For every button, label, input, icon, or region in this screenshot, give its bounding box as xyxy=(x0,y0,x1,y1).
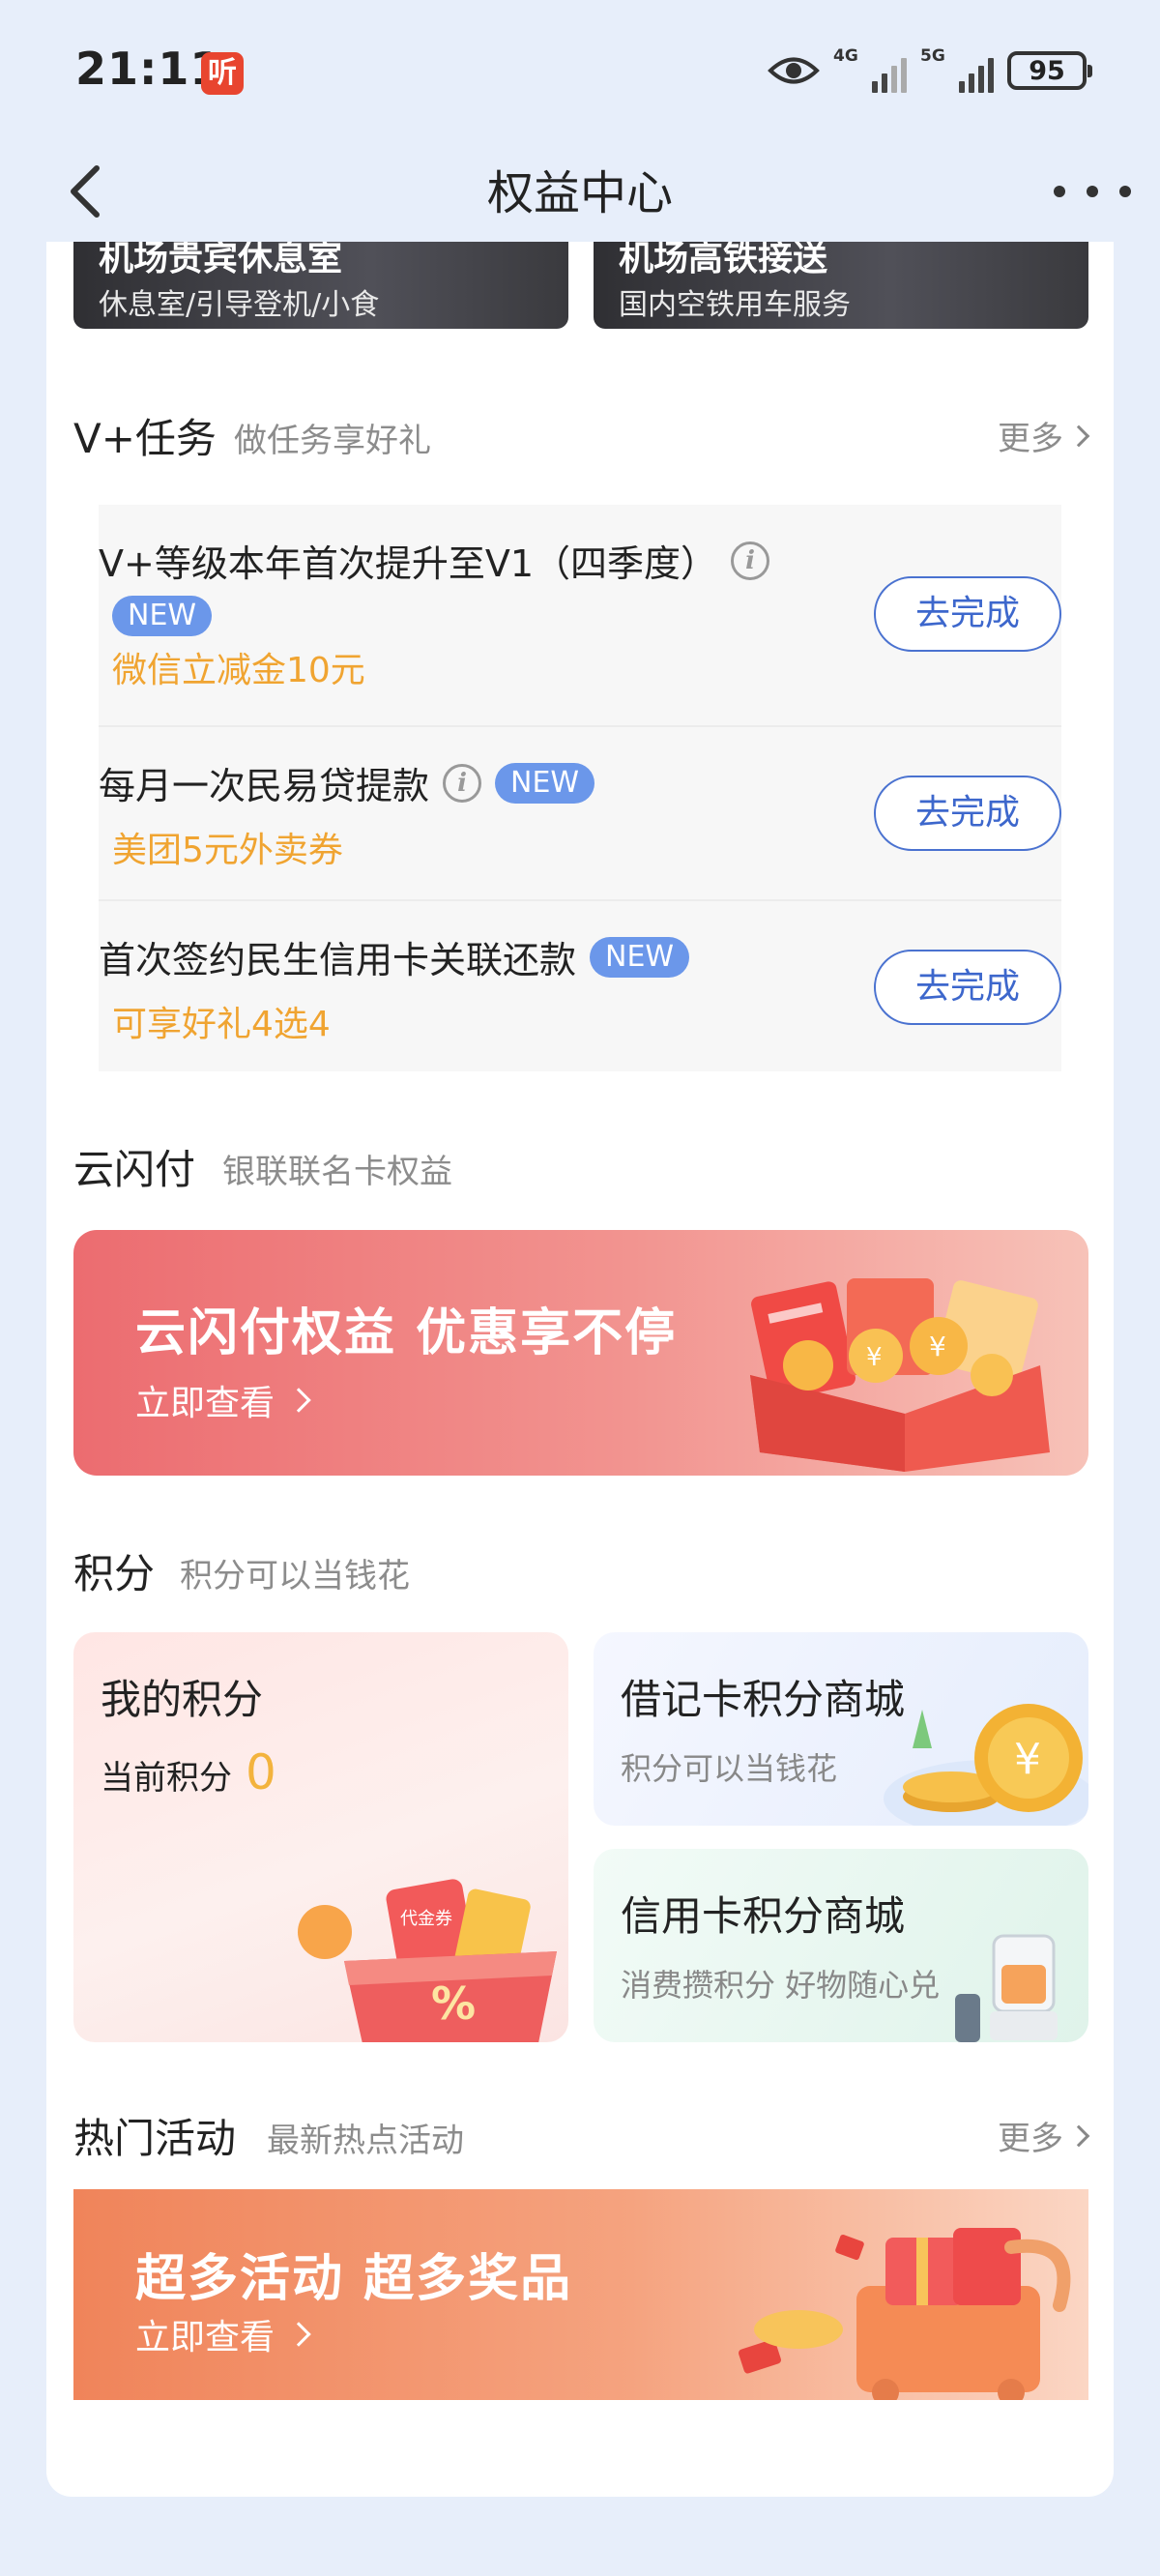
current-points-label: 当前积分 xyxy=(101,1759,232,1798)
credit-mall-sub: 消费攒积分 好物随心兑 xyxy=(621,1967,941,2004)
top-banners: 机场贵宾休息室 休息室/引导登机/小食 机场高铁接送 国内空铁用车服务 xyxy=(73,242,1088,329)
activity-banner-title: 超多活动 超多奖品 xyxy=(135,2250,573,2308)
task-title: 每月一次民易贷提款 xyxy=(99,765,430,807)
task-item: 每月一次民易贷提款 i NEW 美团5元外卖券 去完成 xyxy=(99,725,1061,899)
airport-transfer-banner[interactable]: 机场高铁接送 国内空铁用车服务 xyxy=(594,242,1088,329)
page-title: 权益中心 xyxy=(486,166,673,220)
gold-coins-illustration: ¥ xyxy=(884,1704,1088,1826)
unionpay-section-title: 云闪付 xyxy=(73,1146,196,1193)
activity-section-subtitle: 最新热点活动 xyxy=(267,2122,464,2160)
status-icons: 4G 5G 95 xyxy=(768,46,1092,95)
status-bar: 21:11 听 4G 5G 95 xyxy=(0,0,1160,145)
svg-text:¥: ¥ xyxy=(1014,1735,1041,1784)
activity-banner[interactable]: 超多活动 超多奖品 立即查看 xyxy=(73,2189,1088,2400)
task-item: 首次签约民生信用卡关联还款 NEW 可享好礼4选4 去完成 xyxy=(99,899,1061,1071)
debit-points-mall-card[interactable]: ¥ 借记卡积分商城 积分可以当钱花 xyxy=(594,1632,1088,1826)
debit-mall-sub: 积分可以当钱花 xyxy=(621,1750,838,1787)
coupon-text: 代金券 xyxy=(400,1909,452,1929)
info-icon[interactable]: i xyxy=(731,541,770,580)
content-card: 机场贵宾休息室 休息室/引导登机/小食 机场高铁接送 国内空铁用车服务 V+任务… xyxy=(46,242,1114,2497)
task-reward: 可享好礼4选4 xyxy=(112,1005,331,1044)
unionpay-banner-title: 云闪付权益 优惠享不停 xyxy=(135,1304,678,1362)
my-points-card[interactable]: % 代金券 我的积分 当前积分 0 xyxy=(73,1632,568,2042)
tasks-section-subtitle: 做任务享好礼 xyxy=(234,422,431,460)
task-item: V+等级本年首次提升至V1（四季度） i NEW 微信立减金10元 去完成 xyxy=(99,505,1061,725)
credit-mall-title: 信用卡积分商城 xyxy=(621,1892,906,1940)
signal-4g-icon: 4G xyxy=(833,46,907,93)
signal-5g-icon: 5G xyxy=(920,46,994,93)
go-complete-button[interactable]: 去完成 xyxy=(874,776,1061,851)
new-badge: NEW xyxy=(112,596,213,636)
svg-text:¥: ¥ xyxy=(929,1331,946,1362)
chevron-right-icon xyxy=(1067,424,1090,447)
eye-icon xyxy=(768,57,820,84)
task-reward: 美团5元外卖券 xyxy=(112,831,343,870)
tasks-section-title: V+任务 xyxy=(73,415,217,462)
airport-lounge-banner[interactable]: 机场贵宾休息室 休息室/引导登机/小食 xyxy=(73,242,568,329)
tasks-more-label: 更多 xyxy=(998,420,1063,458)
new-badge: NEW xyxy=(590,936,690,978)
airport-lounge-sub: 休息室/引导登机/小食 xyxy=(99,288,380,322)
my-points-title: 我的积分 xyxy=(101,1676,264,1723)
chevron-right-icon xyxy=(286,2322,311,2347)
go-complete-button[interactable]: 去完成 xyxy=(874,576,1061,652)
unionpay-banner-link[interactable]: 立即查看 xyxy=(135,1375,311,1425)
activity-banner-link[interactable]: 立即查看 xyxy=(135,2309,311,2359)
activity-more-label: 更多 xyxy=(998,2120,1063,2158)
points-section-title: 积分 xyxy=(73,1550,156,1597)
task-reward: 微信立减金10元 xyxy=(112,651,365,690)
more-menu-icon[interactable] xyxy=(1054,170,1131,213)
status-time: 21:11 xyxy=(75,43,222,95)
go-complete-button[interactable]: 去完成 xyxy=(874,950,1061,1025)
gift-box-illustration: ¥ ¥ xyxy=(750,1278,1050,1472)
task-list: V+等级本年首次提升至V1（四季度） i NEW 微信立减金10元 去完成 每月… xyxy=(99,505,1061,1071)
blender-illustration xyxy=(955,1934,1058,2042)
unionpay-banner[interactable]: ¥ ¥ 云闪付权益 优惠享不停 立即查看 xyxy=(73,1230,1088,1476)
unionpay-section-subtitle: 银联联名卡权益 xyxy=(222,1153,452,1191)
tasks-more-link[interactable]: 更多 xyxy=(998,412,1090,459)
new-badge: NEW xyxy=(495,762,595,804)
shopping-basket-illustration: % 代金券 xyxy=(298,1879,557,2042)
chevron-right-icon xyxy=(1067,2124,1090,2147)
airport-transfer-title: 机场高铁接送 xyxy=(619,242,828,278)
task-title: V+等级本年首次提升至V1（四季度） xyxy=(99,542,718,585)
info-icon[interactable]: i xyxy=(443,763,482,803)
credit-points-mall-card[interactable]: 信用卡积分商城 消费攒积分 好物随心兑 xyxy=(594,1849,1088,2042)
points-section-subtitle: 积分可以当钱花 xyxy=(180,1557,410,1595)
airport-lounge-title: 机场贵宾休息室 xyxy=(99,242,343,278)
task-title: 首次签约民生信用卡关联还款 xyxy=(99,939,577,981)
svg-text:¥: ¥ xyxy=(866,1343,883,1372)
svg-text:%: % xyxy=(431,1977,476,2030)
activity-more-link[interactable]: 更多 xyxy=(998,2112,1090,2159)
airport-transfer-sub: 国内空铁用车服务 xyxy=(619,288,851,322)
current-points-value: 0 xyxy=(246,1744,276,1800)
debit-mall-title: 借记卡积分商城 xyxy=(621,1676,906,1723)
activity-banner-link-label: 立即查看 xyxy=(135,2318,276,2357)
app-notification-icon: 听 xyxy=(201,52,244,95)
unionpay-banner-link-label: 立即查看 xyxy=(135,1384,276,1423)
nav-bar: 权益中心 xyxy=(0,145,1160,242)
gift-cart-illustration xyxy=(739,2228,1071,2400)
battery-icon: 95 xyxy=(1007,51,1092,90)
chevron-right-icon xyxy=(286,1388,311,1413)
activity-section-title: 热门活动 xyxy=(73,2115,237,2162)
